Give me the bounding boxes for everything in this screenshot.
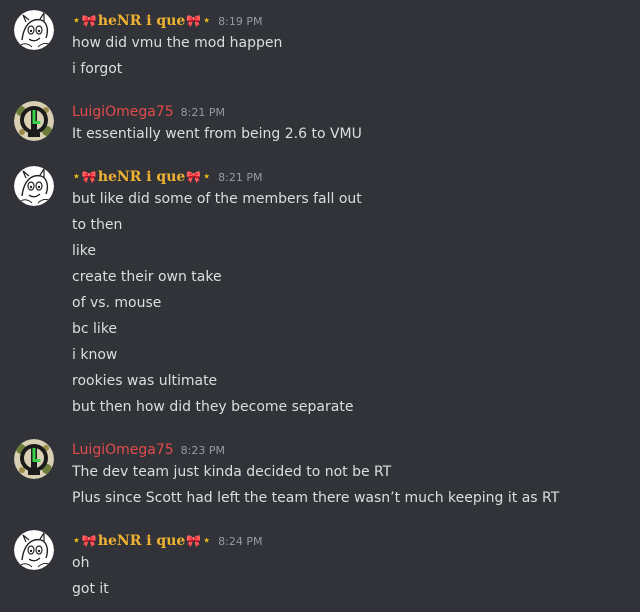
message-header: LuigiOmega75 8:21 PM [72, 101, 225, 123]
henrique-avatar-icon[interactable] [14, 530, 54, 570]
bow-icon: 🎀 [81, 534, 97, 548]
message-line: It essentially went from being 2.6 to VM… [72, 126, 362, 142]
message-body: The dev team just kinda decided to not b… [72, 461, 559, 513]
bow-icon: 🎀 [186, 534, 202, 548]
message-timestamp: 8:23 PM [180, 443, 225, 457]
star-icon: ⭑ [74, 172, 79, 182]
username-luigiomega75[interactable]: LuigiOmega75 [72, 442, 174, 458]
message-body: how did vmu the mod happen i forgot [72, 32, 282, 84]
message-line: like [72, 243, 97, 259]
message-timestamp: 8:21 PM [218, 170, 263, 184]
star-icon: ⭑ [74, 16, 79, 26]
message-timestamp: 8:19 PM [218, 14, 263, 28]
message-line: i know [72, 347, 118, 363]
message-line: Plus since Scott had left the team there… [72, 490, 560, 506]
username-henrique[interactable]: ⭑ 🎀 heNR i que 🎀 ⭑ [72, 169, 211, 185]
bow-icon: 🎀 [186, 170, 202, 184]
message-line: The dev team just kinda decided to not b… [72, 464, 392, 480]
message-header: ⭑ 🎀 heNR i que 🎀 ⭑ 8:19 PM [72, 10, 262, 32]
message-line: create their own take [72, 269, 222, 285]
message-line: got it [72, 581, 109, 597]
username-henrique[interactable]: ⭑ 🎀 heNR i que 🎀 ⭑ [72, 533, 211, 549]
message-line: but like did some of the members fall ou… [72, 191, 362, 207]
star-icon: ⭑ [74, 536, 79, 546]
henrique-avatar-icon[interactable] [14, 166, 54, 206]
username-text: heNR i que [97, 533, 186, 549]
star-icon: ⭑ [204, 536, 210, 546]
message-line: how did vmu the mod happen [72, 35, 283, 51]
username-text: heNR i que [97, 169, 186, 185]
message-timestamp: 8:21 PM [180, 105, 225, 119]
bow-icon: 🎀 [186, 14, 202, 28]
message-line: but then how did they become separate [72, 399, 354, 415]
luigi-avatar-icon[interactable] [14, 101, 54, 141]
username-henrique[interactable]: ⭑ 🎀 heNR i que 🎀 ⭑ [72, 13, 211, 29]
bow-icon: 🎀 [81, 170, 97, 184]
message-header: LuigiOmega75 8:23 PM [72, 439, 225, 461]
henrique-avatar-icon[interactable] [14, 10, 54, 50]
message-timestamp: 8:24 PM [218, 534, 263, 548]
message-line: to then [72, 217, 123, 233]
message-line: rookies was ultimate [72, 373, 218, 389]
message-line: i forgot [72, 61, 123, 77]
message-header: ⭑ 🎀 heNR i que 🎀 ⭑ 8:24 PM [72, 530, 262, 552]
message-header: ⭑ 🎀 heNR i que 🎀 ⭑ 8:21 PM [72, 166, 262, 188]
chat-log: ⭑ 🎀 heNR i que 🎀 ⭑ 8:19 PM how did vmu t… [0, 0, 640, 612]
message-body: but like did some of the members fall ou… [72, 188, 362, 422]
message-line: of vs. mouse [72, 295, 162, 311]
star-icon: ⭑ [204, 16, 210, 26]
message-line: bc like [72, 321, 118, 337]
luigi-avatar-icon[interactable] [14, 439, 54, 479]
star-icon: ⭑ [204, 172, 210, 182]
bow-icon: 🎀 [81, 14, 97, 28]
username-text: heNR i que [97, 13, 186, 29]
username-luigiomega75[interactable]: LuigiOmega75 [72, 104, 174, 120]
message-line: oh [72, 555, 90, 571]
message-body: oh got it [72, 552, 109, 604]
message-body: It essentially went from being 2.6 to VM… [72, 123, 362, 149]
